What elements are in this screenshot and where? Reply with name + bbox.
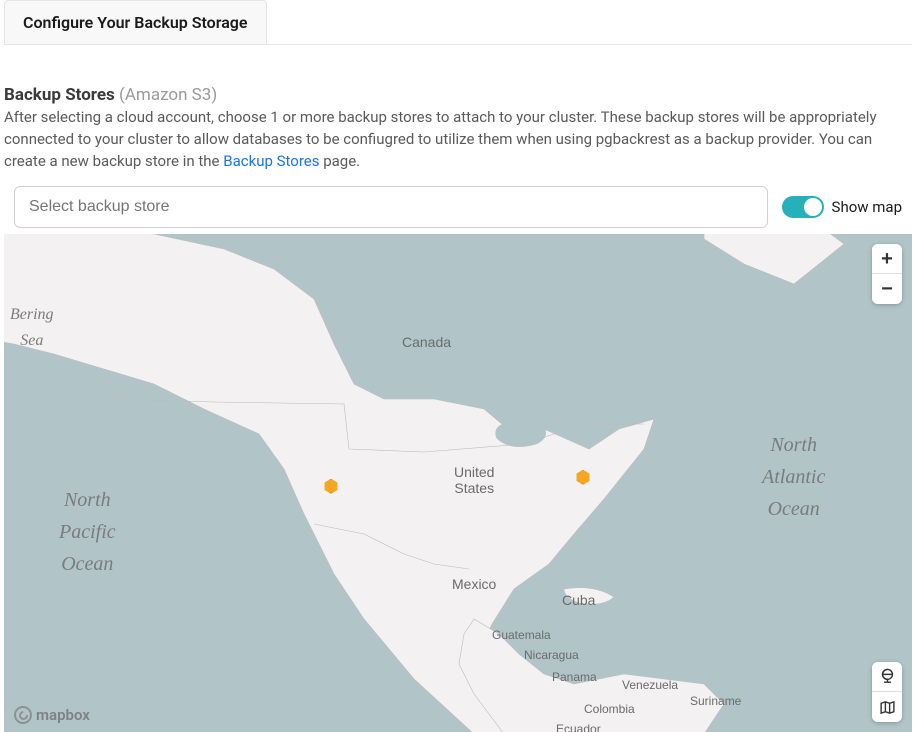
section-description: After selecting a cloud account, choose … bbox=[4, 107, 912, 172]
zoom-in-button[interactable]: + bbox=[872, 244, 902, 274]
tab-bar: Configure Your Backup Storage bbox=[4, 0, 912, 45]
section-title-sub: (Amazon S3) bbox=[119, 85, 217, 105]
desc-part-1: After selecting a cloud account, choose … bbox=[4, 108, 877, 170]
control-row: Show map bbox=[4, 186, 912, 228]
show-map-toggle-group: Show map bbox=[782, 196, 902, 218]
mapbox-attribution[interactable]: mapbox bbox=[14, 706, 90, 724]
mapbox-logo-text: mapbox bbox=[36, 706, 90, 724]
show-map-label: Show map bbox=[832, 198, 902, 216]
section-title: Backup Stores (Amazon S3) bbox=[4, 85, 912, 105]
show-map-toggle[interactable] bbox=[782, 196, 824, 218]
zoom-controls: + − bbox=[872, 244, 902, 304]
map-canvas bbox=[4, 234, 912, 732]
zoom-out-button[interactable]: − bbox=[872, 274, 902, 304]
backup-store-select[interactable] bbox=[14, 186, 768, 228]
desc-part-2: page. bbox=[319, 152, 360, 170]
section-title-main: Backup Stores bbox=[4, 85, 115, 105]
map-bottom-controls bbox=[872, 662, 902, 722]
globe-icon[interactable] bbox=[872, 662, 902, 692]
backup-stores-link[interactable]: Backup Stores bbox=[223, 152, 319, 170]
basemap-icon[interactable] bbox=[872, 692, 902, 722]
map[interactable]: Bering Sea North Pacific Ocean North Atl… bbox=[4, 234, 912, 732]
tab-configure-backup[interactable]: Configure Your Backup Storage bbox=[4, 0, 267, 44]
mapbox-logo-icon bbox=[14, 706, 32, 724]
